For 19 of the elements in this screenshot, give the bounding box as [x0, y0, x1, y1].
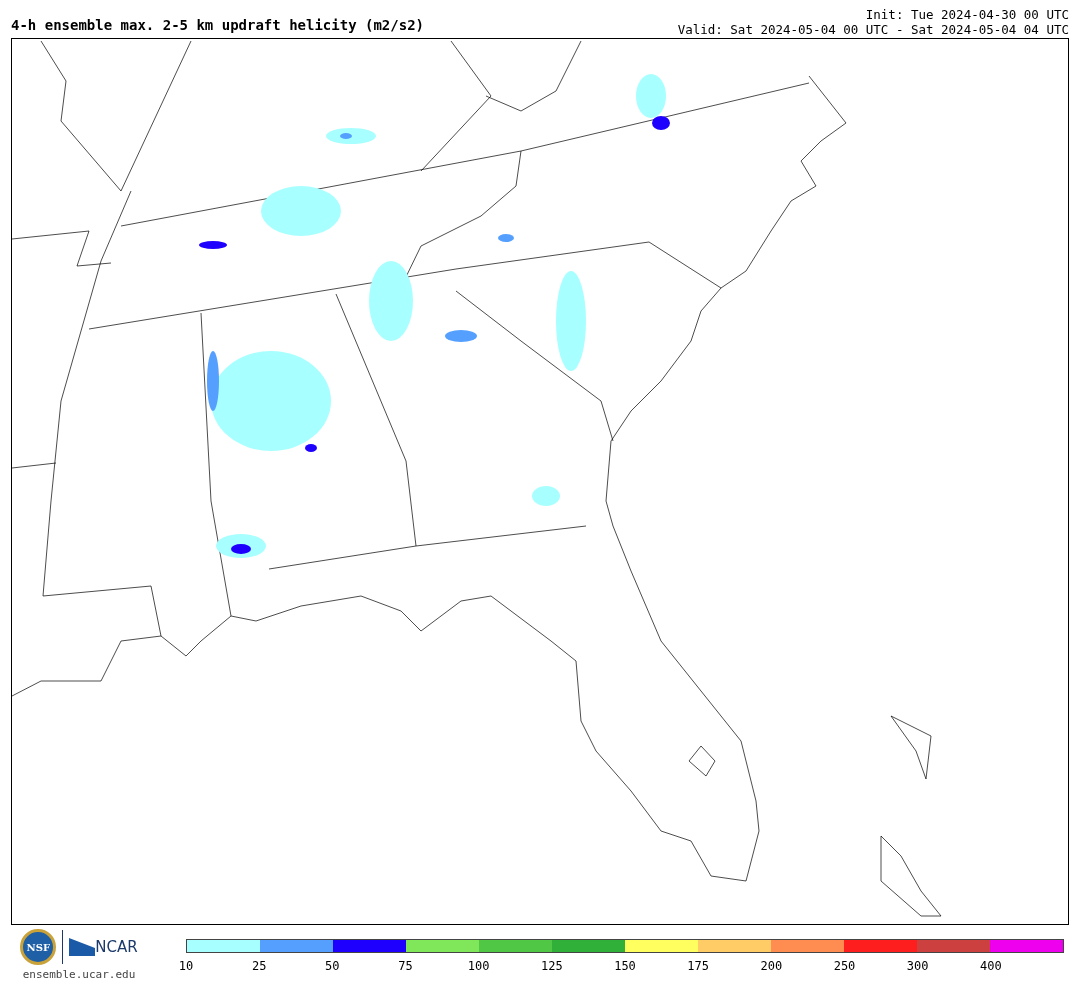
ncar-logo: NCAR	[95, 936, 138, 958]
tick-label: 250	[833, 958, 856, 975]
tick-label: 175	[687, 958, 709, 975]
tick-label: 100	[467, 958, 490, 975]
site-url: ensemble.ucar.edu	[22, 967, 136, 983]
tick-label: 150	[614, 958, 636, 975]
tick-label: 25	[251, 958, 267, 975]
valid-time: Valid: Sat 2024-05-04 00 UTC - Sat 2024-05-04 04 UTC	[677, 22, 1069, 37]
tick-label: 125	[541, 958, 563, 975]
tick-label: 75	[398, 958, 413, 975]
chart-title: 4-h ensemble max. 2-5 km updraft helicity (m2/s2)	[11, 16, 424, 34]
tick-label: 300	[906, 958, 929, 975]
init-time: Init: Tue 2024-04-30 00 UTC	[865, 7, 1069, 22]
tick-label: 400	[980, 958, 1002, 975]
tick-label: 200	[760, 958, 783, 975]
nsf-logo: NSF	[20, 929, 57, 965]
tick-label: 50	[325, 958, 340, 975]
ncar-logo-icon	[69, 938, 96, 956]
tick-label: 10	[178, 958, 194, 975]
